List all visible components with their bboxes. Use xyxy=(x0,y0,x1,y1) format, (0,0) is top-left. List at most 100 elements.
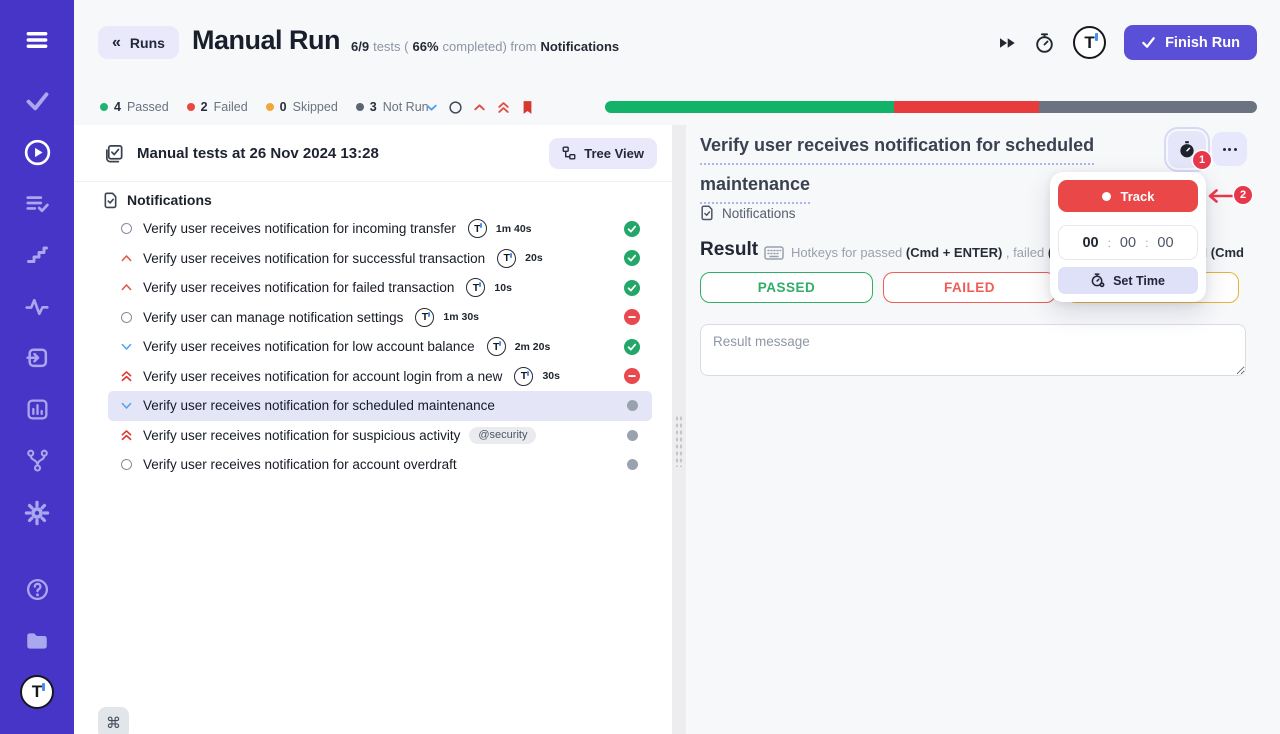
fast-forward-icon[interactable] xyxy=(998,37,1016,49)
testomat-badge-icon: T xyxy=(415,308,434,327)
test-duration: 1m 30s xyxy=(443,311,479,323)
sidebar-item-play-circle-icon[interactable] xyxy=(0,138,74,167)
play-circle-icon xyxy=(23,138,52,167)
suite-group[interactable]: Notifications xyxy=(103,187,212,213)
panel-resize-handle[interactable] xyxy=(672,125,686,734)
sidebar-item-branch-icon[interactable] xyxy=(0,448,74,473)
header-actions: T Finish Run xyxy=(998,25,1257,60)
sidebar-item-projects-folder-icon[interactable] xyxy=(0,628,74,654)
priority-urgent-icon xyxy=(118,368,134,384)
test-row[interactable]: Verify user receives notification for sc… xyxy=(108,391,652,421)
finish-run-label: Finish Run xyxy=(1165,35,1240,51)
run-source: Notifications xyxy=(540,39,619,54)
document-check-icon xyxy=(103,192,118,209)
test-title: Verify user receives notification for ac… xyxy=(143,457,457,472)
minutes-value[interactable]: 00 xyxy=(1120,235,1136,251)
sidebar-item-help-icon[interactable] xyxy=(0,577,74,602)
finish-run-button[interactable]: Finish Run xyxy=(1124,25,1257,60)
testomat-badge-icon: T xyxy=(487,337,506,356)
chevron-up-filter-icon[interactable] xyxy=(471,99,488,116)
status-passed-icon xyxy=(624,221,640,237)
priority-normal-icon xyxy=(118,312,134,323)
breadcrumb[interactable]: Notifications xyxy=(700,205,796,221)
test-row[interactable]: Verify user receives notification for lo… xyxy=(108,332,652,362)
help-icon xyxy=(25,577,50,602)
seconds-value[interactable]: 00 xyxy=(1157,235,1173,251)
sidebar-item-pulse-icon[interactable] xyxy=(0,294,74,320)
projects-folder-icon xyxy=(24,628,50,654)
test-duration: 10s xyxy=(494,282,512,294)
sidebar-item-list-check-icon[interactable] xyxy=(0,190,74,216)
status-counts: 4Passed2Failed0Skipped3Not Run xyxy=(100,100,429,114)
timer-icon[interactable] xyxy=(1034,32,1055,54)
tree-view-icon xyxy=(562,146,576,160)
check-icon xyxy=(1141,35,1156,50)
sidebar-item-menu-icon[interactable] xyxy=(0,27,74,53)
sidebar-item-steps-icon[interactable] xyxy=(0,242,74,266)
sidebar-item-login-icon[interactable] xyxy=(0,345,74,370)
command-shortcut-button[interactable]: ⌘ xyxy=(98,707,129,734)
sidebar-item-testomat-logo[interactable]: T xyxy=(0,675,74,709)
test-row[interactable]: Verify user can manage notification sett… xyxy=(108,303,652,333)
sidebar-item-settings-gear-icon[interactable] xyxy=(0,500,74,526)
run-progress-bar[interactable] xyxy=(605,101,1257,113)
more-options-button[interactable] xyxy=(1212,132,1247,166)
track-button[interactable]: Track xyxy=(1058,180,1198,212)
set-time-label: Set Time xyxy=(1113,274,1165,288)
status-passed-icon xyxy=(624,339,640,355)
passed-button[interactable]: PASSED xyxy=(700,272,873,303)
test-row[interactable]: Verify user receives notification for ac… xyxy=(108,362,652,392)
test-row[interactable]: Verify user receives notification for su… xyxy=(108,244,652,274)
chevron-down-filter-icon[interactable] xyxy=(423,99,440,116)
testomat-badge-icon: T xyxy=(497,249,516,268)
status-notrun-icon xyxy=(624,459,640,470)
analytics-icon xyxy=(25,397,50,422)
double-chevron-up-filter-icon[interactable] xyxy=(495,99,512,116)
test-title: Verify user receives notification for su… xyxy=(143,428,460,443)
drag-grip-icon xyxy=(675,415,683,467)
tests-panel-header: Manual tests at 26 Nov 2024 13:28 Tree V… xyxy=(74,125,672,182)
priority-normal-icon xyxy=(118,223,134,234)
failed-button[interactable]: FAILED xyxy=(883,272,1056,303)
menu-icon xyxy=(24,27,50,53)
suite-group-label: Notifications xyxy=(127,192,212,208)
test-row[interactable]: Verify user receives notification for ac… xyxy=(108,450,652,480)
run-subtitle: 6/9 tests ( 66% completed) from Notifica… xyxy=(351,39,619,54)
status-filters xyxy=(423,99,536,115)
set-time-button[interactable]: Set Time xyxy=(1058,267,1198,294)
time-input[interactable]: 00 : 00 : 00 xyxy=(1058,225,1198,260)
manual-run-icon xyxy=(104,143,125,164)
pulse-icon xyxy=(24,294,50,320)
test-row[interactable]: Verify user receives notification for su… xyxy=(108,421,652,451)
test-title: Verify user can manage notification sett… xyxy=(143,310,403,325)
priority-urgent-icon xyxy=(118,427,134,443)
settings-gear-icon xyxy=(24,500,50,526)
priority-high-icon xyxy=(118,251,134,266)
branch-icon xyxy=(25,448,50,473)
test-title: Verify user receives notification for sc… xyxy=(143,398,495,413)
test-row[interactable]: Verify user receives notification for fa… xyxy=(108,273,652,303)
track-label: Track xyxy=(1121,189,1155,204)
result-message-input[interactable] xyxy=(700,324,1246,376)
circle-filter-icon[interactable] xyxy=(447,99,464,116)
priority-low-icon xyxy=(118,398,134,413)
status-dot-icon xyxy=(266,103,274,111)
back-to-runs-button[interactable]: « Runs xyxy=(98,26,179,59)
completed-percent: 66% xyxy=(412,39,438,54)
tree-view-button[interactable]: Tree View xyxy=(549,138,657,169)
status-dot-icon xyxy=(356,103,364,111)
test-row[interactable]: Verify user receives notification for in… xyxy=(108,214,652,244)
status-failed-icon xyxy=(624,309,640,325)
app-screen: T « Runs Manual Run 6/9 tests ( 66% comp… xyxy=(0,0,1280,734)
sidebar-item-analytics-icon[interactable] xyxy=(0,397,74,422)
tree-view-label: Tree View xyxy=(584,146,644,161)
test-title: Verify user receives notification for ac… xyxy=(143,369,502,384)
annotation-arrow-icon xyxy=(1206,188,1236,204)
test-title: Verify user receives notification for su… xyxy=(143,251,485,266)
keyboard-icon xyxy=(764,246,784,260)
bookmark-filter-icon[interactable] xyxy=(519,99,536,116)
hours-value[interactable]: 00 xyxy=(1082,235,1098,251)
sidebar-item-runs-check-icon[interactable] xyxy=(0,87,74,114)
test-title: Verify user receives notification for in… xyxy=(143,221,456,236)
testomat-logo-icon[interactable]: T xyxy=(1073,26,1106,59)
